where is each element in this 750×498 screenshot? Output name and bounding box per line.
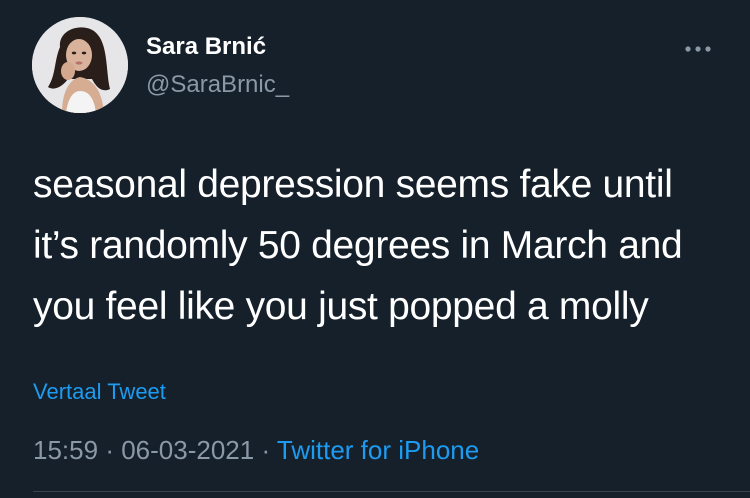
tweet-meta: 15:59 · 06-03-2021 · Twitter for iPhone (33, 434, 479, 466)
tweet-detail: Sara Brnić @SaraBrnic_ seasonal depressi… (0, 0, 750, 498)
divider (33, 491, 750, 492)
meta-separator: · (261, 435, 271, 465)
tweet-text-line: it’s randomly 50 degrees in March and (33, 224, 683, 267)
tweet-time[interactable]: 15:59 (33, 435, 98, 465)
tweet-text: seasonal depression seems fake until it’… (33, 154, 733, 337)
tweet-source-link[interactable]: Twitter for iPhone (277, 435, 479, 465)
author-display-name[interactable]: Sara Brnić (146, 32, 266, 62)
profile-photo-icon (32, 17, 128, 113)
meta-separator: · (105, 435, 114, 465)
avatar[interactable] (32, 17, 128, 113)
tweet-text-line: seasonal depression seems fake until (33, 163, 673, 206)
tweet-date[interactable]: 06-03-2021 (121, 435, 254, 465)
more-horizontal-icon (685, 46, 711, 52)
more-options-button[interactable] (676, 36, 720, 62)
translate-tweet-link[interactable]: Vertaal Tweet (33, 378, 166, 406)
tweet-text-line: you feel like you just popped a molly (33, 285, 649, 328)
author-handle[interactable]: @SaraBrnic_ (146, 70, 289, 100)
